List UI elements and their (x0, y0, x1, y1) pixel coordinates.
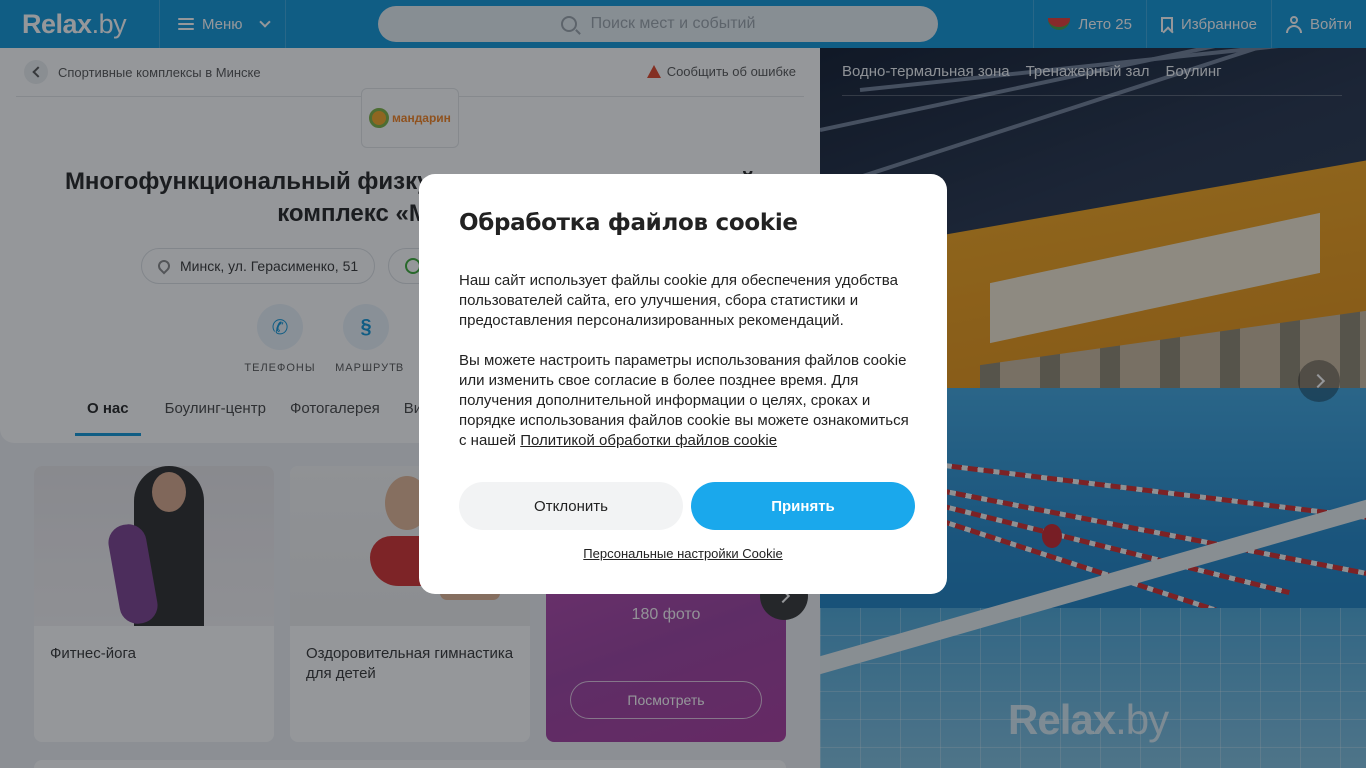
accept-button[interactable]: Принять (691, 482, 915, 530)
cookie-settings-link[interactable]: Персональные настройки Cookie (419, 546, 947, 561)
cookie-policy-link[interactable]: Политикой обработки файлов cookie (520, 432, 777, 449)
decline-button[interactable]: Отклонить (459, 482, 683, 530)
cookie-text-1: Наш сайт использует файлы cookie для обе… (459, 272, 898, 329)
cookie-dialog: Обработка файлов cookie Наш сайт использ… (419, 174, 947, 594)
cookie-text-2: Вы можете настроить параметры использова… (459, 351, 915, 451)
cookie-dialog-title: Обработка файлов cookie (459, 210, 798, 236)
